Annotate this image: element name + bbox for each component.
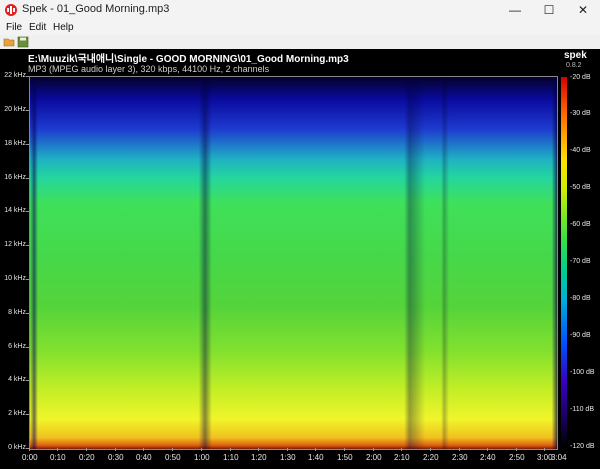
toolbar (0, 35, 600, 50)
freq-label-10k: 10 kHz (4, 275, 26, 282)
minimize-button[interactable]: — (498, 0, 532, 20)
time-label-end: 3:04 (551, 453, 567, 462)
menu-help[interactable]: Help (53, 22, 74, 33)
save-icon[interactable] (17, 36, 29, 48)
time-tick (115, 448, 116, 451)
time-label: 1:10 (223, 453, 239, 462)
freq-label-12k: 12 kHz (4, 241, 26, 248)
freq-tick (26, 76, 29, 77)
time-tick (487, 448, 488, 451)
time-tick (516, 448, 517, 451)
freq-tick (26, 279, 29, 280)
time-tick (315, 448, 316, 451)
time-label: 1:30 (280, 453, 296, 462)
freq-label-6k: 6 kHz (8, 343, 26, 350)
time-label: 2:50 (509, 453, 525, 462)
spectrogram-view: E:\Muuzik\국내애니\Single - GOOD MORNING\01_… (0, 49, 600, 469)
time-tick (544, 448, 545, 451)
db-label: -60 dB (570, 221, 591, 228)
spectrogram-plot (29, 76, 558, 450)
freq-tick (26, 110, 29, 111)
menu-bar: File Edit Help (0, 20, 600, 35)
time-label: 2:10 (394, 453, 410, 462)
freq-tick (26, 414, 29, 415)
window-title: Spek - 01_Good Morning.mp3 (22, 3, 170, 15)
maximize-button[interactable]: ☐ (532, 0, 566, 20)
time-label: 0:40 (136, 453, 152, 462)
time-label: 0:20 (79, 453, 95, 462)
time-label: 2:40 (480, 453, 496, 462)
file-info: MP3 (MPEG audio layer 3), 320 kbps, 4410… (28, 64, 270, 74)
time-tick (29, 448, 30, 451)
brand-version: 0.8.2 (566, 62, 582, 69)
time-tick (230, 448, 231, 451)
spek-app-icon (5, 4, 17, 16)
time-tick (57, 448, 58, 451)
db-label: -20 dB (570, 74, 591, 81)
time-label: 2:30 (452, 453, 468, 462)
time-label: 0:10 (50, 453, 66, 462)
file-path: E:\Muuzik\국내애니\Single - GOOD MORNING\01_… (28, 54, 349, 65)
freq-label-14k: 14 kHz (4, 207, 26, 214)
freq-label-0k: 0 kHz (8, 444, 26, 451)
freq-label-22k: 22 kHz (4, 72, 26, 79)
time-tick (430, 448, 431, 451)
open-file-icon[interactable] (3, 36, 15, 48)
time-label: 2:00 (366, 453, 382, 462)
freq-tick (26, 211, 29, 212)
freq-tick (26, 313, 29, 314)
spek-window: Spek - 01_Good Morning.mp3 — ☐ ✕ File Ed… (0, 0, 600, 469)
freq-label-8k: 8 kHz (8, 309, 26, 316)
freq-label-18k: 18 kHz (4, 140, 26, 147)
title-bar: Spek - 01_Good Morning.mp3 — ☐ ✕ (0, 0, 600, 21)
freq-label-16k: 16 kHz (4, 174, 26, 181)
menu-file[interactable]: File (6, 22, 22, 33)
db-label: -40 dB (570, 147, 591, 154)
time-label: 0:50 (165, 453, 181, 462)
time-tick (201, 448, 202, 451)
db-color-bar (561, 77, 567, 447)
freq-label-2k: 2 kHz (8, 410, 26, 417)
db-label: -50 dB (570, 184, 591, 191)
time-tick (459, 448, 460, 451)
freq-tick (26, 245, 29, 246)
time-label: 1:00 (194, 453, 210, 462)
time-tick (172, 448, 173, 451)
freq-label-20k: 20 kHz (4, 106, 26, 113)
time-label: 2:20 (423, 453, 439, 462)
freq-label-4k: 4 kHz (8, 376, 26, 383)
db-label: -100 dB (570, 369, 595, 376)
time-tick (373, 448, 374, 451)
db-label: -80 dB (570, 295, 591, 302)
brand-name: spek (564, 50, 587, 61)
db-label: -90 dB (570, 332, 591, 339)
maximize-icon: ☐ (543, 3, 555, 17)
time-tick (344, 448, 345, 451)
db-label: -70 dB (570, 258, 591, 265)
freq-tick (26, 347, 29, 348)
db-label: -120 dB (570, 443, 595, 450)
minimize-icon: — (509, 3, 521, 17)
freq-tick (26, 144, 29, 145)
menu-edit[interactable]: Edit (29, 22, 46, 33)
time-label: 1:20 (251, 453, 267, 462)
close-button[interactable]: ✕ (566, 0, 600, 20)
time-label: 0:00 (22, 453, 38, 462)
time-tick (143, 448, 144, 451)
time-label: 0:30 (108, 453, 124, 462)
time-tick (86, 448, 87, 451)
db-label: -110 dB (570, 406, 594, 413)
time-label: 1:50 (337, 453, 353, 462)
freq-tick (26, 380, 29, 381)
time-label: 1:40 (308, 453, 324, 462)
freq-tick (26, 178, 29, 179)
time-tick (258, 448, 259, 451)
close-icon: ✕ (577, 3, 589, 17)
time-tick (401, 448, 402, 451)
time-tick (287, 448, 288, 451)
db-label: -30 dB (570, 110, 591, 117)
